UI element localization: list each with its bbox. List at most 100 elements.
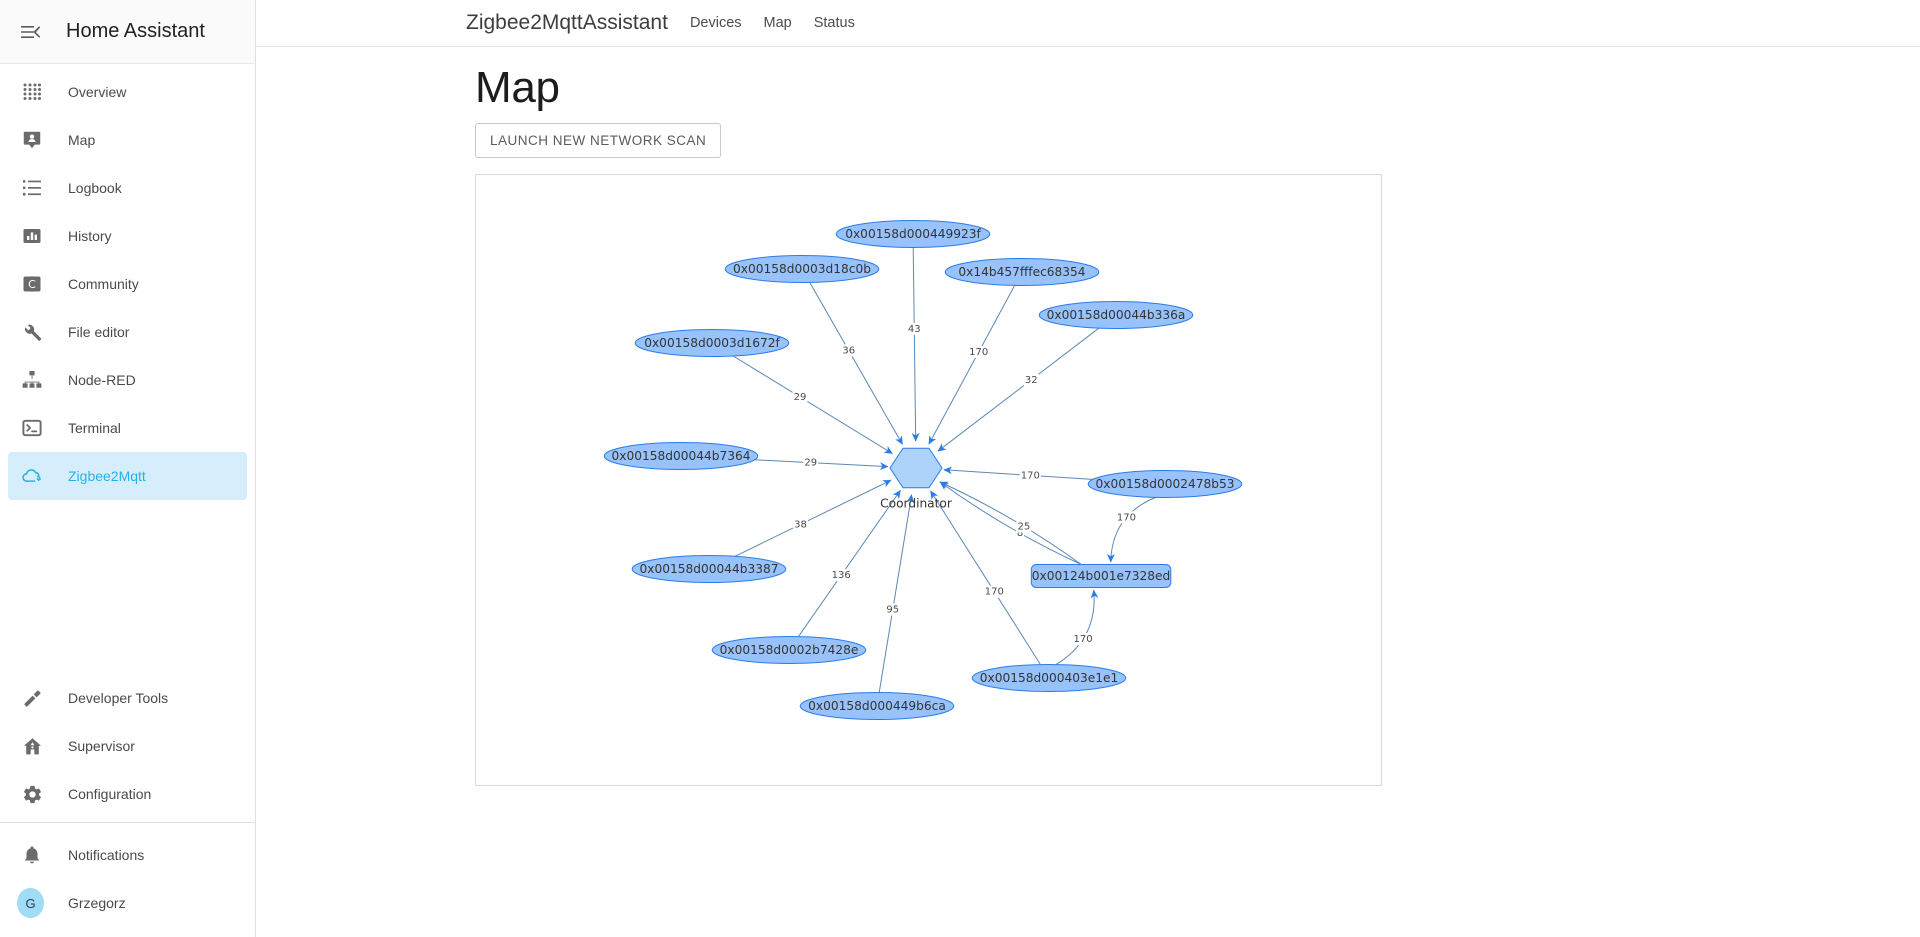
node-shape: [724, 255, 880, 284]
sidebar-item-label: Map: [68, 132, 96, 148]
graph-edge[interactable]: [943, 466, 1093, 481]
edge-label-backdrop: [841, 344, 857, 357]
sidebar-item-label: Configuration: [68, 786, 152, 802]
coordinator-hexagon: [889, 447, 943, 489]
chart-bar-icon: [20, 224, 44, 248]
avatar-initial: G: [17, 888, 44, 918]
console-icon: [20, 416, 44, 440]
sidebar-item-overview[interactable]: Overview: [8, 68, 247, 116]
node-shape: [944, 258, 1100, 287]
node-shape: [634, 329, 790, 358]
app-title: Zigbee2MqttAssistant: [466, 11, 668, 34]
sidebar-bottom-list: Developer Tools Supervisor Configuration: [0, 670, 255, 818]
sidebar: Home Assistant Overview Map Logbook Hist…: [0, 0, 256, 937]
sidebar-item-logbook[interactable]: Logbook: [8, 164, 247, 212]
sidebar-item-supervisor[interactable]: Supervisor: [8, 722, 247, 770]
node-shape: [971, 664, 1127, 693]
graph-edge[interactable]: [878, 494, 915, 693]
sidebar-header: Home Assistant: [0, 0, 255, 64]
graph-edge[interactable]: [939, 481, 1082, 566]
graph-edge[interactable]: [930, 490, 1041, 666]
sidebar-item-developer-tools[interactable]: Developer Tools: [8, 674, 247, 722]
sidebar-divider: [0, 822, 255, 823]
network-map-graph[interactable]: 4336 1703229291703882513695170170170 Coor…: [476, 175, 1382, 786]
graph-edge[interactable]: [1055, 589, 1099, 666]
sidebar-footer-list: Notifications G Grzegorz: [0, 827, 255, 937]
graph-node[interactable]: 0x00158d00044b7364: [603, 442, 759, 471]
logbook-list-icon: [20, 176, 44, 200]
graph-node[interactable]: 0x14b457fffec68354: [944, 258, 1100, 287]
graph-node[interactable]: 0x00158d0002b7428e: [711, 636, 867, 665]
graph-node[interactable]: 0x00158d0003d18c0b: [724, 255, 880, 284]
graph-edge[interactable]: [732, 355, 893, 455]
edge-label-backdrop: [803, 456, 819, 469]
community-c-icon: C: [20, 272, 44, 296]
menu-collapse-icon[interactable]: [6, 8, 54, 56]
graph-edge[interactable]: [734, 479, 892, 557]
graph-node[interactable]: 0x00158d00044b3387: [631, 555, 787, 584]
nodes-layer: Coordinator 0x00158d000449923f 0x00158d000…: [603, 220, 1243, 721]
graph-node-coordinator[interactable]: Coordinator: [880, 447, 953, 511]
node-shape: [603, 442, 759, 471]
network-map-card[interactable]: 43 36 170 32 29 29 170 38 8 25 136 95 170 170 170 Coor…: [475, 174, 1382, 787]
graph-node[interactable]: 0x00158d000449923f: [835, 220, 991, 249]
graph-node[interactable]: 0x00158d0003d1672f: [634, 329, 790, 358]
sidebar-nav-list: Overview Map Logbook History C Community…: [0, 64, 255, 500]
graph-edge[interactable]: [911, 247, 920, 442]
node-shape: [1030, 564, 1172, 589]
sidebar-item-notifications[interactable]: Notifications: [8, 831, 247, 879]
graph-node[interactable]: 0x00158d0002478b53: [1087, 470, 1243, 499]
node-shape: [711, 636, 867, 665]
sidebar-item-community[interactable]: C Community: [8, 260, 247, 308]
sidebar-item-label: Overview: [68, 84, 127, 100]
nav-link-devices[interactable]: Devices: [690, 15, 742, 31]
graph-node[interactable]: 0x00124b001e7328ed: [1030, 564, 1172, 589]
graph-edge[interactable]: [939, 481, 1082, 566]
sidebar-item-label: Supervisor: [68, 738, 135, 754]
page-title: Map: [475, 63, 560, 112]
sitemap-icon: [20, 368, 44, 392]
graph-edge[interactable]: [1107, 497, 1156, 563]
edge-label-backdrop: [1115, 511, 1137, 524]
wrench-icon: [20, 320, 44, 344]
graph-edge[interactable]: [928, 285, 1016, 445]
sidebar-item-user[interactable]: G Grzegorz: [8, 879, 247, 927]
graph-edge[interactable]: [797, 490, 901, 638]
sidebar-item-configuration[interactable]: Configuration: [8, 770, 247, 818]
app-topbar: Zigbee2MqttAssistant Devices Map Status: [256, 0, 1920, 47]
edge-label-backdrop: [968, 346, 990, 359]
sidebar-item-terminal[interactable]: Terminal: [8, 404, 247, 452]
sidebar-item-map[interactable]: Map: [8, 116, 247, 164]
sidebar-item-label: Developer Tools: [68, 690, 169, 706]
sidebar-title: Home Assistant: [66, 20, 205, 42]
view-dashboard-icon: [20, 80, 44, 104]
sidebar-item-label: Zigbee2Mqtt: [68, 468, 146, 484]
sidebar-item-file-editor[interactable]: File editor: [8, 308, 247, 356]
launch-network-scan-button[interactable]: LAUNCH NEW NETWORK SCAN: [475, 123, 722, 159]
edge-label-backdrop: [1023, 373, 1039, 386]
nav-link-map[interactable]: Map: [764, 15, 792, 31]
edge-labels-layer: 4336 1703229291703882513695170170170: [792, 322, 1137, 646]
app-root: Home Assistant Overview Map Logbook Hist…: [0, 0, 1920, 937]
edge-label-backdrop: [1019, 469, 1041, 482]
edge-label-backdrop: [793, 518, 808, 531]
edge-label-backdrop: [983, 585, 1005, 598]
graph-node[interactable]: 0x00158d000449b6ca: [799, 692, 955, 721]
edge-label-backdrop: [830, 569, 852, 582]
sidebar-item-label: File editor: [68, 324, 130, 340]
nav-link-status[interactable]: Status: [814, 15, 855, 31]
graph-edge[interactable]: [754, 459, 889, 471]
sidebar-item-zigbee2mqtt[interactable]: Zigbee2Mqtt: [8, 452, 247, 500]
page-content: Map LAUNCH NEW NETWORK SCAN 43 36 170 32 29 2…: [256, 47, 1920, 937]
sidebar-item-node-red[interactable]: Node-RED: [8, 356, 247, 404]
graph-edge[interactable]: [937, 327, 1100, 452]
map-marker-icon: [20, 128, 44, 152]
graph-node[interactable]: 0x00158d000403e1e1: [971, 664, 1127, 693]
sidebar-item-label: Notifications: [68, 847, 145, 863]
sidebar-item-history[interactable]: History: [8, 212, 247, 260]
graph-node[interactable]: 0x00158d00044b336a: [1038, 301, 1194, 330]
graph-edge[interactable]: [809, 282, 903, 446]
sidebar-item-label: Logbook: [68, 180, 122, 196]
sidebar-item-label: Grzegorz: [68, 895, 126, 911]
